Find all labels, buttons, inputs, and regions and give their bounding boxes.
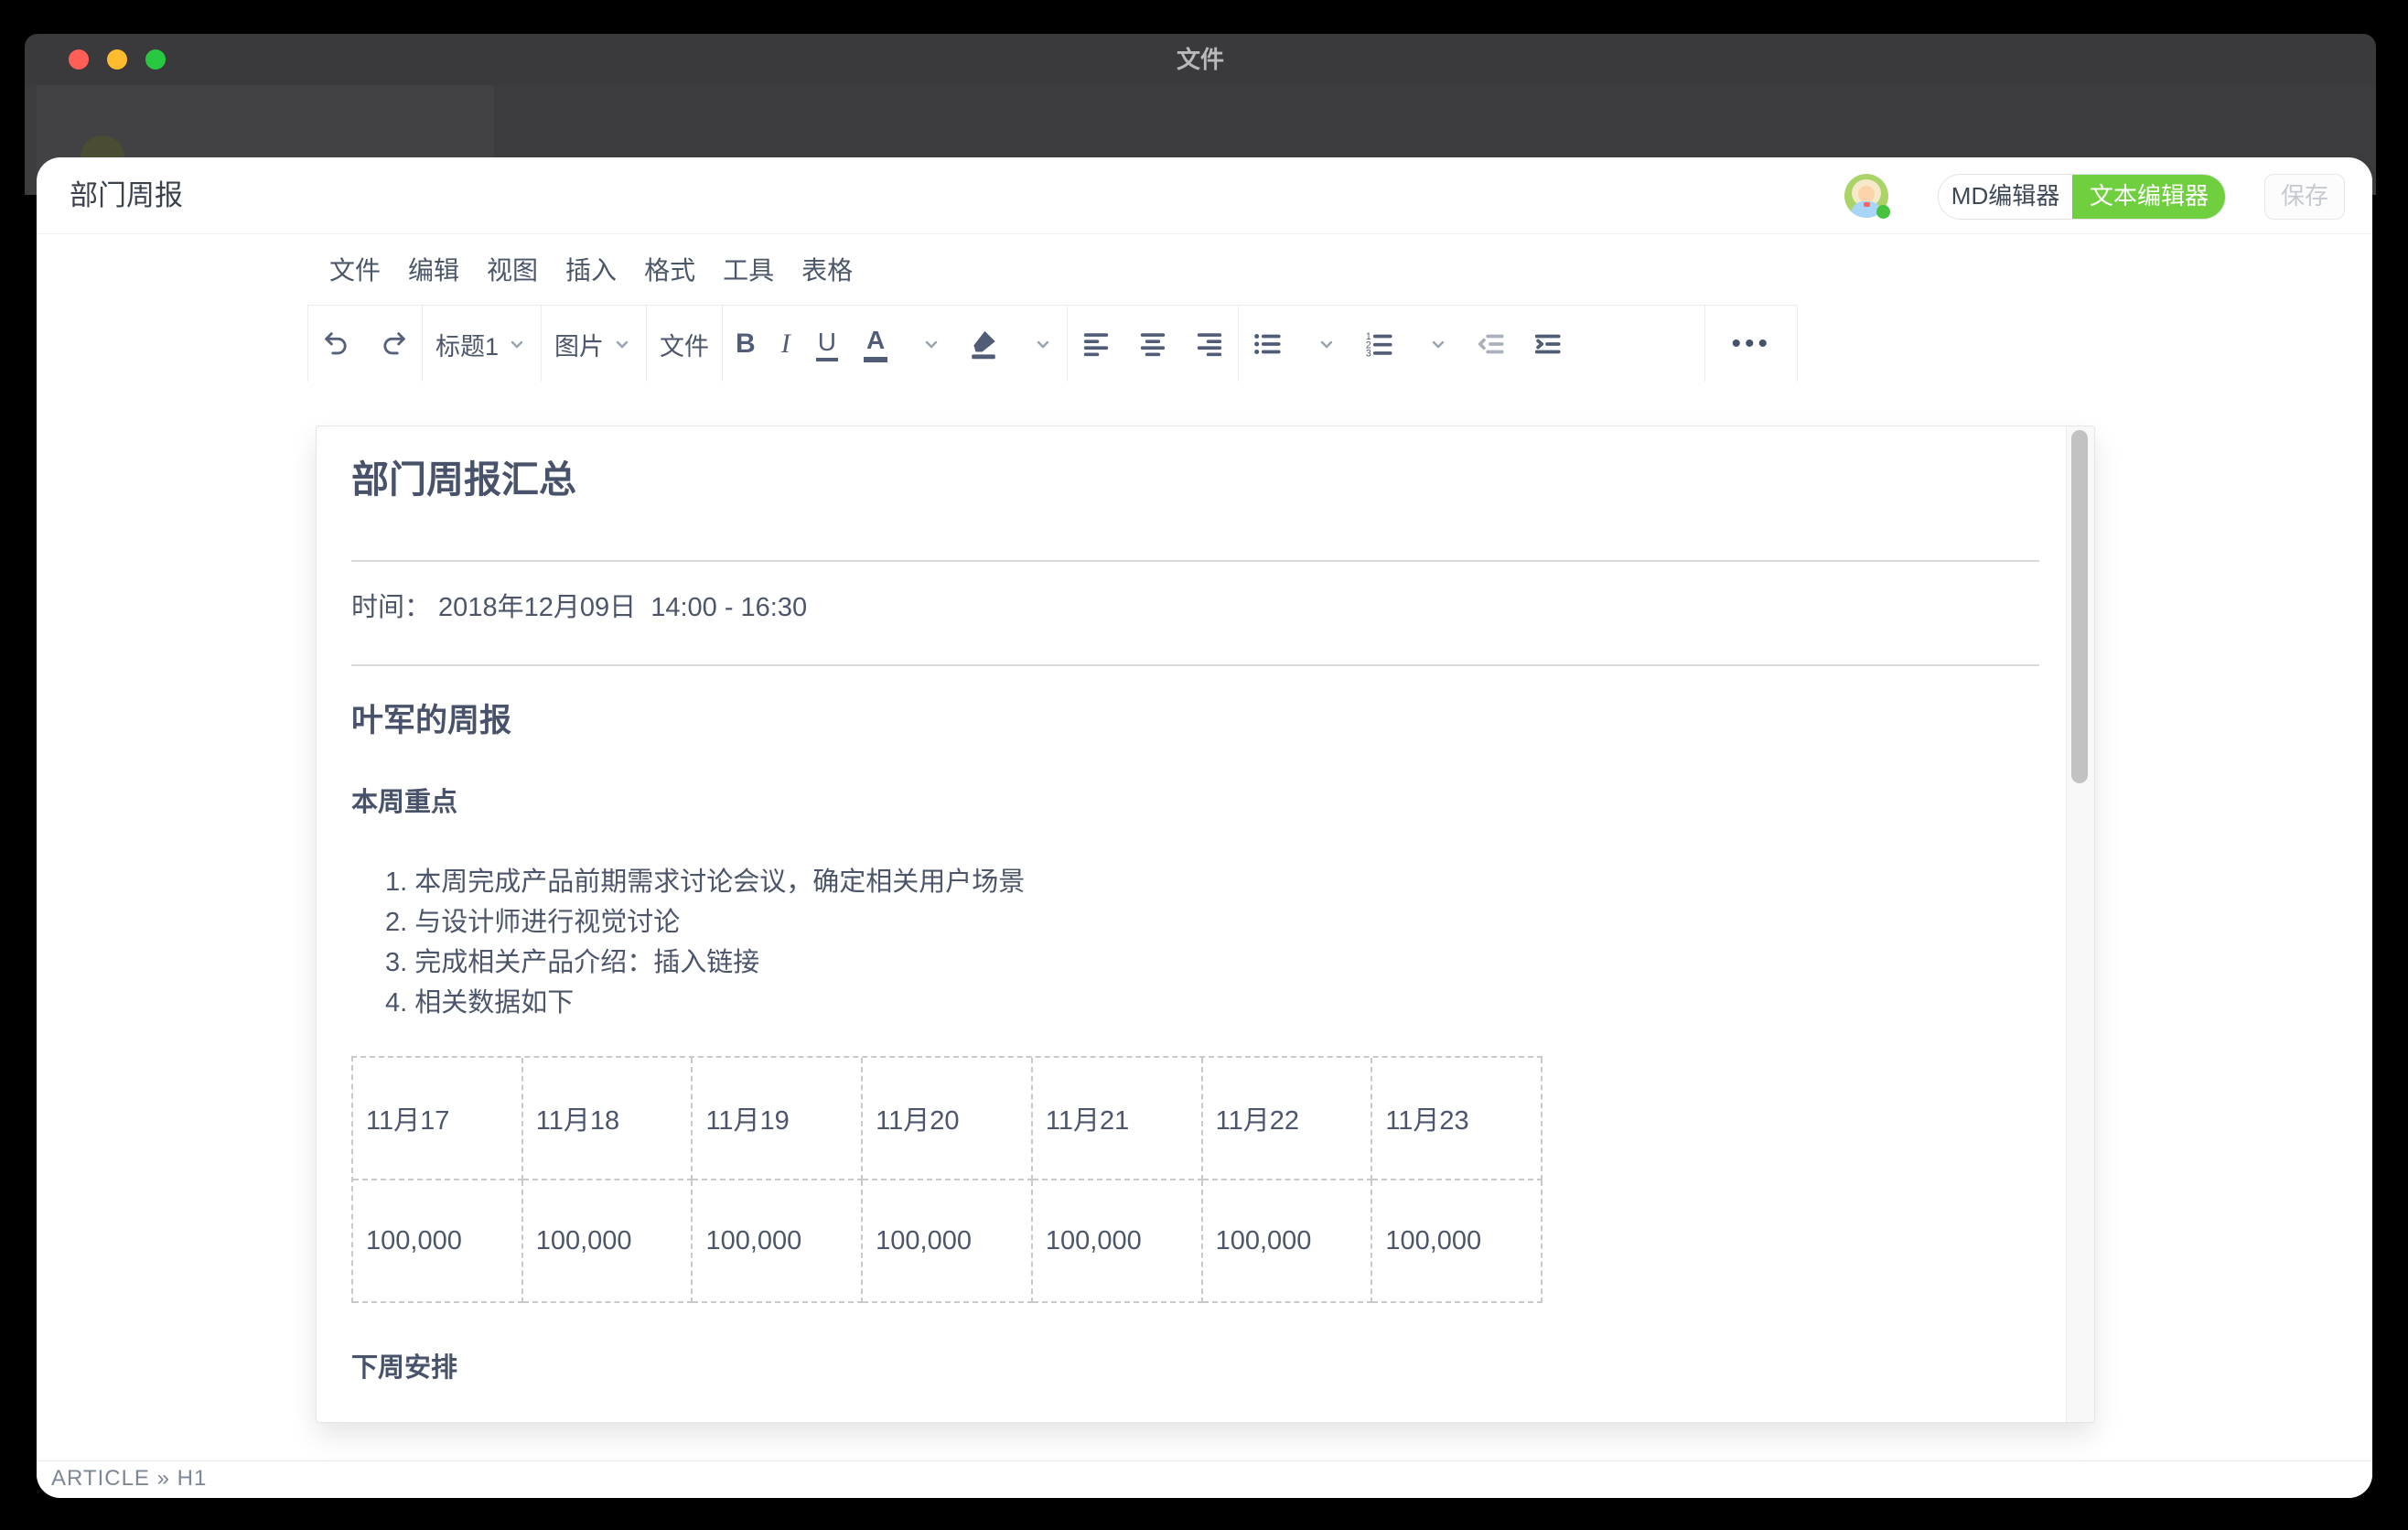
editor-mode-toggle: MD编辑器 文本编辑器 xyxy=(1938,174,2226,220)
highlight-dropdown[interactable] xyxy=(1012,306,1067,382)
heading-style-dropdown[interactable]: 标题1 xyxy=(423,306,541,382)
format-toolbar: 标题1 图片 文件 B I U A xyxy=(307,305,1798,383)
table-cell-value[interactable]: 100,000 xyxy=(1372,1180,1543,1303)
table-cell-date[interactable]: 11月22 xyxy=(1203,1058,1373,1180)
undo-button[interactable] xyxy=(308,306,365,382)
table-cell-value[interactable]: 100,000 xyxy=(863,1180,1033,1303)
table-cell-date[interactable]: 11月18 xyxy=(523,1058,693,1180)
underline-icon: U xyxy=(816,328,838,361)
table-cell-date[interactable]: 11月17 xyxy=(353,1058,523,1180)
chevron-down-icon xyxy=(506,333,528,355)
table-cell-value[interactable]: 100,000 xyxy=(1033,1180,1203,1303)
desktop-background: 文件 部门周报 MD编辑器 文本编辑器 保存 文件编辑视图插入格式工具表格 xyxy=(0,0,2408,1530)
table-cell-value[interactable]: 100,000 xyxy=(353,1180,523,1303)
chevron-down-icon xyxy=(920,333,942,355)
panel-header: 部门周报 MD编辑器 文本编辑器 保存 xyxy=(37,157,2372,234)
subheading-next-week: 下周安排 xyxy=(351,1349,2039,1387)
menu-item[interactable]: 文件 xyxy=(329,251,381,287)
numbered-list-dropdown[interactable] xyxy=(1407,306,1462,382)
font-color-dropdown[interactable] xyxy=(900,306,955,382)
insert-image-dropdown[interactable]: 图片 xyxy=(542,306,646,382)
document-name: 部门周报 xyxy=(70,157,183,233)
doc-title: 部门周报汇总 xyxy=(351,454,2039,505)
table-cell-value[interactable]: 100,000 xyxy=(1203,1180,1373,1303)
list-item: 完成相关产品介绍：插入链接 xyxy=(385,943,2039,983)
underline-button[interactable]: U xyxy=(803,306,851,382)
avatar-face xyxy=(1858,186,1875,202)
insert-image-label: 图片 xyxy=(554,327,604,362)
highlighter-icon xyxy=(968,329,999,360)
table-cell-value[interactable]: 100,000 xyxy=(523,1180,693,1303)
window-title: 文件 xyxy=(25,34,2376,85)
menu-item[interactable]: 表格 xyxy=(801,251,853,287)
element-path-breadcrumb: ARTICLE » H1 xyxy=(51,1461,207,1496)
weekly-highlights-list: 本周完成产品前期需求讨论会议，确定相关用户场景与设计师进行视觉讨论完成相关产品介… xyxy=(385,862,2039,1023)
section-heading: 叶军的周报 xyxy=(351,699,2039,743)
bullet-list-button[interactable] xyxy=(1239,306,1295,382)
list-item: 与设计师进行视觉讨论 xyxy=(385,902,2039,943)
redo-button[interactable] xyxy=(365,306,422,382)
more-options-button[interactable]: ••• xyxy=(1705,306,1797,382)
chevron-down-icon xyxy=(1316,333,1338,355)
md-editor-button[interactable]: MD编辑器 xyxy=(1939,175,2072,219)
document-page[interactable]: 部门周报汇总 时间： 2018年12月09日 14:00 - 16:30 叶军的… xyxy=(316,426,2095,1423)
list-item: 本周完成产品前期需求讨论会议，确定相关用户场景 xyxy=(385,862,2039,902)
insert-file-button[interactable]: 文件 xyxy=(647,306,722,382)
data-table: 11月1711月1811月1911月2011月2111月2211月23 100,… xyxy=(351,1056,1543,1303)
chevron-down-icon xyxy=(1427,333,1449,355)
table-cell-date[interactable]: 11月23 xyxy=(1372,1058,1543,1180)
document-content[interactable]: 部门周报汇总 时间： 2018年12月09日 14:00 - 16:30 叶军的… xyxy=(317,426,2067,1422)
menu-item[interactable]: 格式 xyxy=(644,251,695,287)
divider xyxy=(351,560,2039,562)
italic-icon: I xyxy=(781,329,790,360)
highlight-button[interactable] xyxy=(955,306,1012,382)
list-item: 相关数据如下 xyxy=(385,983,2039,1023)
window-titlebar: 文件 xyxy=(25,34,2376,86)
more-options-icon: ••• xyxy=(1731,329,1771,360)
bold-icon: B xyxy=(736,329,756,360)
divider xyxy=(351,664,2039,666)
scrollbar-track[interactable] xyxy=(2066,426,2094,1422)
table-row-dates: 11月1711月1811月1911月2011月2111月2211月23 xyxy=(353,1058,1543,1180)
table-cell-date[interactable]: 11月20 xyxy=(863,1058,1033,1180)
text-editor-button[interactable]: 文本编辑器 xyxy=(2072,174,2226,220)
bold-button[interactable]: B xyxy=(723,306,769,382)
subheading-current-week: 本周重点 xyxy=(351,783,2039,822)
table-cell-date[interactable]: 11月19 xyxy=(693,1058,863,1180)
bullet-list-dropdown[interactable] xyxy=(1295,306,1350,382)
font-color-button[interactable]: A xyxy=(851,306,900,382)
menu-item[interactable]: 编辑 xyxy=(408,251,459,287)
scrollbar-thumb[interactable] xyxy=(2071,430,2088,783)
insert-file-label: 文件 xyxy=(660,327,709,362)
menu-item[interactable]: 插入 xyxy=(565,251,617,287)
heading-style-label: 标题1 xyxy=(435,327,499,362)
italic-button[interactable]: I xyxy=(769,306,803,382)
indent-button[interactable] xyxy=(1519,306,1575,382)
online-status-dot xyxy=(1876,205,1890,219)
table-cell-date[interactable]: 11月21 xyxy=(1033,1058,1203,1180)
chevron-down-icon xyxy=(1032,333,1054,355)
table-row-values: 100,000100,000100,000100,000100,000100,0… xyxy=(353,1180,1543,1303)
font-color-icon: A xyxy=(864,326,887,362)
align-left-button[interactable] xyxy=(1068,306,1124,382)
avatar-bow xyxy=(1864,202,1870,207)
menu-bar: 文件编辑视图插入格式工具表格 xyxy=(329,233,853,305)
status-bar: ARTICLE » H1 xyxy=(37,1460,2372,1498)
editor-panel: 部门周报 MD编辑器 文本编辑器 保存 文件编辑视图插入格式工具表格 xyxy=(37,157,2372,1498)
menu-item[interactable]: 工具 xyxy=(723,251,774,287)
table-cell-value[interactable]: 100,000 xyxy=(693,1180,863,1303)
save-button[interactable]: 保存 xyxy=(2264,174,2345,220)
svg-text:3: 3 xyxy=(1366,348,1371,359)
numbered-list-button[interactable]: 1 2 3 xyxy=(1350,306,1407,382)
align-right-button[interactable] xyxy=(1181,306,1238,382)
meeting-time: 时间： 2018年12月09日 14:00 - 16:30 xyxy=(351,587,2039,628)
editor-workspace: 部门周报汇总 时间： 2018年12月09日 14:00 - 16:30 叶军的… xyxy=(37,382,2372,1461)
outdent-button[interactable] xyxy=(1462,306,1519,382)
chevron-down-icon xyxy=(611,333,633,355)
align-center-button[interactable] xyxy=(1124,306,1181,382)
menu-item[interactable]: 视图 xyxy=(487,251,538,287)
